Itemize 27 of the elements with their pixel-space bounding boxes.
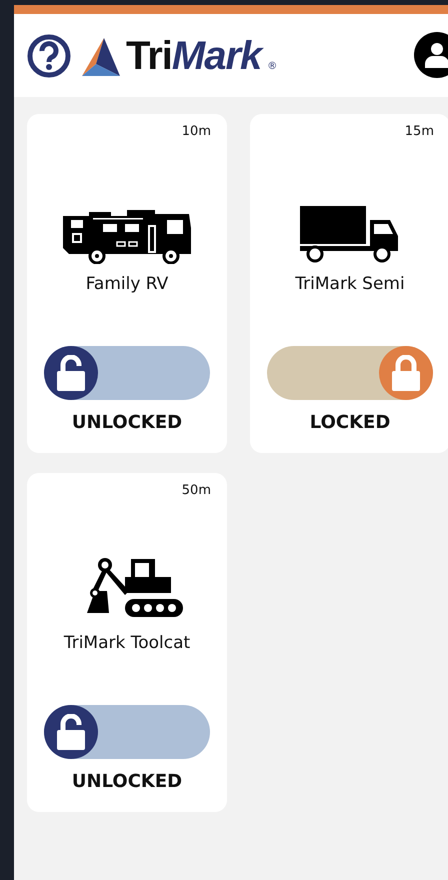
- lock-status: LOCKED: [310, 412, 390, 433]
- lock-status: UNLOCKED: [72, 412, 182, 433]
- registered-mark: ®: [267, 60, 278, 72]
- vehicle-name: Family RV: [86, 274, 168, 294]
- last-seen-time: 50m: [182, 483, 211, 498]
- user-icon: [425, 42, 448, 68]
- lock-toggle[interactable]: [44, 346, 210, 400]
- brand-logo-text: TriMark: [126, 36, 262, 76]
- help-icon: [26, 32, 72, 78]
- help-button[interactable]: [26, 32, 72, 78]
- vehicle-card[interactable]: 50m TriMark Toolcat UNLOCKED: [27, 473, 227, 812]
- unlocked-lock-icon: [56, 355, 86, 391]
- triangle-logo-icon: [82, 38, 120, 76]
- lock-icon: [391, 355, 421, 391]
- rv-icon: [63, 210, 191, 264]
- lock-status: UNLOCKED: [72, 771, 182, 792]
- truck-icon: [300, 206, 400, 264]
- unlocked-lock-icon: [56, 714, 86, 750]
- vehicle-name: TriMark Toolcat: [64, 633, 190, 653]
- last-seen-time: 15m: [404, 124, 434, 139]
- lock-toggle[interactable]: [44, 705, 210, 759]
- vehicle-card[interactable]: 10m Family RV UNLOCKED: [27, 114, 227, 453]
- vehicle-name: TriMark Semi: [295, 274, 405, 294]
- lock-toggle[interactable]: [267, 346, 433, 400]
- profile-button[interactable]: [414, 32, 448, 78]
- vehicle-card[interactable]: 15m TriMark Semi LOCKED: [250, 114, 448, 453]
- last-seen-time: 10m: [182, 124, 211, 139]
